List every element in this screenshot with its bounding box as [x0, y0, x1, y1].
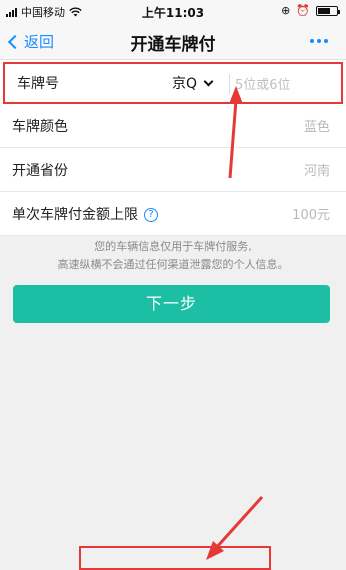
- plate-color-row[interactable]: 车牌颜色 蓝色: [0, 104, 346, 148]
- lock-rotation-icon: ⊕: [281, 4, 291, 17]
- notice-line-1: 您的车辆信息仅用于车牌付服务,: [94, 240, 252, 253]
- plate-number-input[interactable]: [235, 74, 335, 96]
- status-right: ⊕ ⏰: [281, 4, 340, 17]
- amount-limit-label-group: 单次车牌付金额上限?: [12, 204, 158, 224]
- bottom-highlight-box: [79, 546, 271, 570]
- plate-prefix-value: 京Q: [172, 76, 198, 92]
- plate-color-value: 蓝色: [303, 120, 330, 135]
- battery-icon: [316, 5, 340, 16]
- more-icon[interactable]: [310, 39, 328, 43]
- page-title: 开通车牌付: [130, 35, 216, 55]
- privacy-notice: 您的车辆信息仅用于车牌付服务, 高速纵横不会通过任何渠道泄露您的个人信息。: [0, 238, 346, 274]
- help-icon[interactable]: ?: [144, 207, 158, 222]
- province-row[interactable]: 开通省份 河南: [0, 148, 346, 192]
- province-value: 河南: [303, 164, 330, 179]
- province-label: 开通省份: [12, 162, 68, 179]
- amount-limit-label: 单次车牌付金额上限: [12, 206, 138, 223]
- alarm-icon: ⏰: [296, 4, 310, 17]
- plate-number-row: 车牌号 京Q: [3, 62, 343, 104]
- chevron-down-icon: [203, 76, 214, 86]
- status-bar: 中国移动 上午11:03 ⊕ ⏰: [0, 0, 346, 22]
- annotation-arrow-bottom: [214, 495, 264, 550]
- next-step-button[interactable]: 下一步: [13, 285, 330, 323]
- plate-prefix-select[interactable]: 京Q: [172, 73, 214, 93]
- notice-line-2: 高速纵横不会通过任何渠道泄露您的个人信息。: [57, 258, 289, 271]
- amount-limit-row[interactable]: 单次车牌付金额上限? 100元: [0, 192, 346, 236]
- plate-form: 车牌号 京Q 车牌颜色 蓝色 开通省份 河南 单次车牌付金额上限? 100元: [0, 60, 346, 236]
- plate-color-label: 车牌颜色: [12, 118, 68, 135]
- divider: [229, 74, 230, 94]
- amount-limit-value: 100元: [292, 208, 330, 223]
- nav-bar: 返回 开通车牌付: [0, 22, 346, 60]
- plate-number-label: 车牌号: [17, 76, 59, 92]
